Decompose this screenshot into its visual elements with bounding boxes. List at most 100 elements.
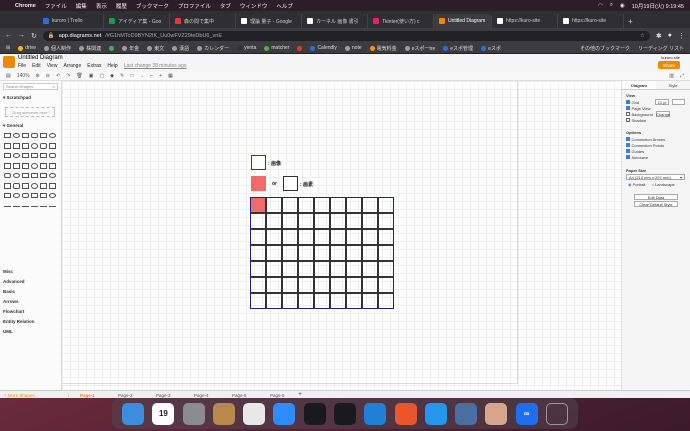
palette-shape-ellipse[interactable] [31,133,38,138]
dock-chrome-icon[interactable] [243,402,266,425]
bookmark-item[interactable]: matcher [264,45,289,51]
palette-shape-circle[interactable] [49,173,56,178]
bookmark-item[interactable] [297,45,303,51]
bookmark-item[interactable]: note [344,45,362,51]
zoom-level[interactable]: 140% [17,73,30,79]
bookmark-item[interactable]: 株関連 [79,45,101,52]
palette-shape-circle[interactable] [49,133,56,138]
menu-file[interactable]: ファイル [45,2,67,10]
profile-avatar[interactable]: ● [668,32,672,39]
palette-shape-line[interactable] [22,163,29,169]
line-color-icon[interactable]: ✎ [120,73,124,79]
palette-shape-triangle[interactable] [40,143,47,149]
new-tab-icon[interactable]: + [628,17,633,26]
tab-style[interactable]: Style [656,81,690,89]
landscape-radio[interactable]: ○ Landscape [652,182,675,187]
waypoint-icon[interactable]: ⌐ [150,73,153,79]
palette-shape-cube[interactable] [13,193,20,198]
palette-shape-doc[interactable] [22,153,29,158]
palette-shape-process[interactable] [4,183,11,189]
menu-bookmarks[interactable]: ブックマーク [136,2,169,10]
change-background-button[interactable]: Change [656,111,670,117]
diagram-canvas[interactable]: : 画像 or : 画素 [62,81,622,390]
dock-notes-icon[interactable] [212,402,235,425]
dock-docker-icon[interactable] [424,402,447,425]
menu-help[interactable]: ヘルプ [276,2,293,10]
palette-shape-diamond[interactable] [13,183,20,189]
bookmark-item[interactable]: 漢語 [172,45,189,52]
to-front-icon[interactable]: ▣ [89,73,94,79]
browser-tab[interactable]: Tkinter(使い方) c [368,14,434,28]
palette-shape-parallel[interactable] [22,143,29,149]
app-menu-help[interactable]: Help [107,63,117,69]
palette-shape-actor[interactable] [4,163,11,169]
format-panel-icon[interactable]: ▥ [669,73,674,79]
legend-pixel-label[interactable]: : 画素 [300,181,313,188]
address-bar[interactable]: 🔒 app.diagrams.net/#G1hMToD9BYN2IK_Uu0wF… [42,30,650,41]
user-account[interactable]: kuroro.site [661,55,680,60]
extensions-icon[interactable]: ✱ [656,32,662,40]
edit-data-button[interactable]: Edit Data [634,194,678,200]
bookmark-item[interactable]: Calendly [310,45,337,51]
legend-image-box[interactable] [251,155,266,170]
last-change-link[interactable]: Last change 38 minutes ago [124,63,187,69]
pixel-grid[interactable] [250,197,394,309]
shape-search-input[interactable]: Search Shapes ⌕ [3,83,58,90]
table-icon[interactable]: ▦ [168,73,173,79]
palette-shape-cloud[interactable] [4,193,11,198]
palette-shape-actor[interactable] [4,206,11,207]
scratchpad-header[interactable]: ▾ Scratchpad [3,95,31,101]
entity-relation-header[interactable]: Entity Relation [3,319,35,324]
legend-image-label[interactable]: : 画像 [268,160,281,167]
browser-tab[interactable]: https://kuro-site [558,14,624,28]
menu-app-name[interactable]: Chrome [15,3,36,9]
app-menu-view[interactable]: View [47,63,58,69]
bookmark-item[interactable]: 東文 [147,45,164,52]
browser-tab[interactable]: kuroro | Trello [38,14,104,28]
redo-icon[interactable]: ↷ [66,73,70,79]
legend-or-label[interactable]: or [272,181,277,187]
browser-tab[interactable]: カーネル 画像 書引 [302,14,368,28]
palette-shape-cross[interactable] [13,163,20,169]
bookmark-item[interactable]: eスポ [481,45,501,52]
bookmark-item[interactable]: drive [18,45,36,51]
palette-shape-cylinder[interactable] [49,183,56,189]
menu-clock[interactable]: 10月19日(火) 9:19:45 [632,2,684,10]
tab-diagram[interactable]: Diagram [622,81,656,89]
portrait-radio[interactable]: ◉ Portrait [628,182,646,187]
dock-vscode-icon[interactable] [364,402,387,425]
basic-header[interactable]: Basic [3,289,15,294]
dock-preview-icon[interactable] [485,402,508,425]
palette-shape-cube[interactable] [13,153,20,158]
menu-tab[interactable]: タブ [220,2,231,10]
page-tab-1[interactable]: Page-1 [80,393,95,398]
palette-shape-card[interactable] [40,193,47,198]
connection-icon[interactable]: → [139,73,144,79]
reading-list[interactable]: リーディング リスト [638,45,684,52]
palette-shape-cross[interactable] [13,206,20,207]
general-header[interactable]: ▾ General [3,123,23,129]
bookmark-item[interactable]: 個人制作 [44,45,71,52]
grid-size-input[interactable]: 10 pt [655,99,669,105]
dock-trash-icon[interactable] [545,402,568,425]
dock-terminal-1-icon[interactable] [303,402,326,425]
bookmark-item[interactable]: 電気料金 [369,45,397,52]
dock-quicktime-icon[interactable] [455,402,478,425]
to-back-icon[interactable]: ▢ [99,73,104,79]
menu-profile[interactable]: プロファイル [178,2,211,10]
view-option-checkbox[interactable]: Shadow [626,117,686,123]
flowchart-header[interactable]: Flowchart [3,309,24,314]
more-shapes-link[interactable]: + More Shapes... [4,393,38,398]
palette-shape-square[interactable] [40,173,47,178]
app-menu-extras[interactable]: Extras [87,63,101,69]
uml-header[interactable]: UML [3,329,13,334]
palette-shape-rect[interactable] [4,133,11,138]
fullscreen-icon[interactable]: ⤢ [680,73,684,79]
undo-icon[interactable]: ↶ [56,73,60,79]
pages-menu-icon[interactable]: ⋮ [66,393,71,398]
palette-shape-curve[interactable] [49,206,56,207]
search-icon[interactable]: ⌕ [610,2,613,9]
palette-shape-link[interactable] [40,163,47,169]
bookmark-item[interactable]: eスポーtre [404,45,435,52]
star-icon[interactable]: ☆ [640,33,645,39]
